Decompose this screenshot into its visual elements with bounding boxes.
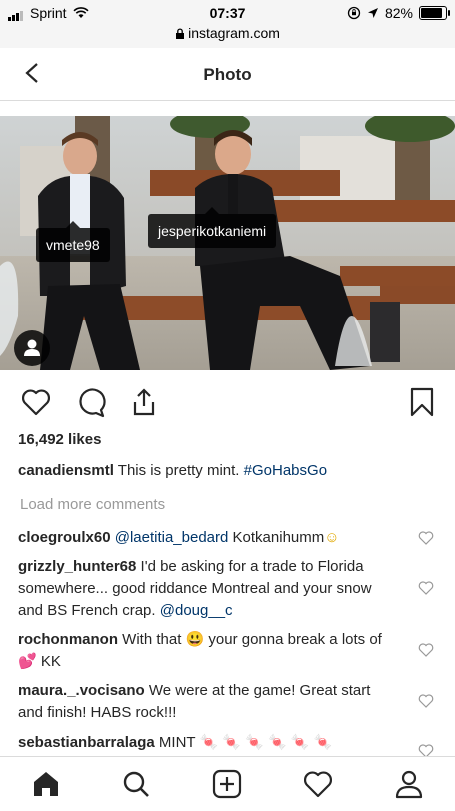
- caption-hashtag[interactable]: #GoHabsGo: [244, 462, 327, 479]
- comment-item: sebastianbarralaga MINT 🍬 🍬 🍬 🍬 🍬 🍬: [18, 732, 403, 754]
- comment-emoji: ☺: [324, 529, 340, 546]
- bookmark-icon[interactable]: [406, 386, 438, 418]
- comment-text: With that: [122, 631, 182, 648]
- comment-text: your gonna break a lots of: [208, 631, 382, 648]
- comment-text: Kotkanihumm: [232, 529, 325, 546]
- photo-tag-jesperikotkaniemi[interactable]: jesperikotkaniemi: [148, 207, 277, 248]
- status-bar: Sprint 07:37 82% instagram.com: [0, 0, 455, 48]
- like-count[interactable]: 16,492 likes: [18, 431, 101, 448]
- page-header: Photo: [0, 48, 455, 101]
- rotation-lock-icon: [347, 6, 361, 20]
- comment-like-heart-icon[interactable]: [418, 531, 434, 545]
- post-caption: canadiensmtl This is pretty mint. #GoHab…: [18, 462, 438, 479]
- search-icon[interactable]: [121, 769, 151, 799]
- comment-emoji: 😃: [185, 631, 205, 648]
- comment-emoji: 💕: [18, 653, 37, 670]
- caption-text: This is pretty mint.: [117, 462, 240, 479]
- photo-tag-vmete98[interactable]: vmete98: [36, 221, 110, 262]
- photo-tag-label: jesperikotkaniemi: [158, 223, 267, 239]
- photo-tag-label: vmete98: [46, 237, 100, 253]
- comment-like-heart-icon[interactable]: [418, 694, 434, 708]
- comment-text: KK: [40, 653, 61, 670]
- new-post-icon[interactable]: [212, 769, 242, 799]
- battery-percent: 82%: [384, 5, 413, 21]
- activity-heart-icon[interactable]: [303, 769, 333, 799]
- lock-icon: [176, 28, 185, 39]
- bottom-tab-bar: [0, 756, 455, 811]
- url-text: instagram.com: [188, 25, 280, 41]
- post-photo[interactable]: vmete98 jesperikotkaniemi: [0, 116, 455, 370]
- comment-item: grizzly_hunter68 I'd be asking for a tra…: [18, 556, 398, 622]
- comment-username[interactable]: sebastianbarralaga: [18, 734, 155, 751]
- comment-like-heart-icon[interactable]: [418, 643, 434, 657]
- like-heart-icon[interactable]: [20, 386, 52, 418]
- comment-username[interactable]: rochonmanon: [18, 631, 118, 648]
- comment-username[interactable]: maura._.vocisano: [18, 682, 145, 699]
- comment-item: cloegroulx60 @laetitia_bedard Kotkanihum…: [18, 527, 398, 549]
- comment-mention[interactable]: @laetitia_bedard: [115, 529, 229, 546]
- location-icon: [367, 8, 378, 18]
- post-actions: [0, 386, 455, 426]
- share-icon[interactable]: [128, 386, 160, 418]
- comment-username[interactable]: grizzly_hunter68: [18, 558, 136, 575]
- load-more-comments[interactable]: Load more comments: [20, 496, 165, 513]
- caption-username[interactable]: canadiensmtl: [18, 462, 114, 479]
- tagged-users-button[interactable]: [14, 330, 50, 366]
- comment-item: rochonmanon With that 😃 your gonna break…: [18, 629, 398, 673]
- comment-text: MINT: [158, 734, 196, 751]
- comment-like-heart-icon[interactable]: [418, 581, 434, 595]
- comment-mention[interactable]: @doug__c: [160, 602, 233, 619]
- comment-username[interactable]: cloegroulx60: [18, 529, 111, 546]
- person-icon: [24, 339, 40, 356]
- profile-icon[interactable]: [394, 769, 424, 799]
- comment-emoji: 🍬 🍬 🍬 🍬 🍬 🍬: [199, 734, 333, 751]
- battery-icon: [419, 6, 450, 20]
- home-icon[interactable]: [31, 769, 61, 799]
- page-title: Photo: [203, 65, 252, 84]
- address-bar[interactable]: instagram.com: [0, 25, 455, 41]
- comment-bubble-icon[interactable]: [74, 386, 106, 418]
- comment-item: maura._.vocisano We were at the game! Gr…: [18, 680, 398, 724]
